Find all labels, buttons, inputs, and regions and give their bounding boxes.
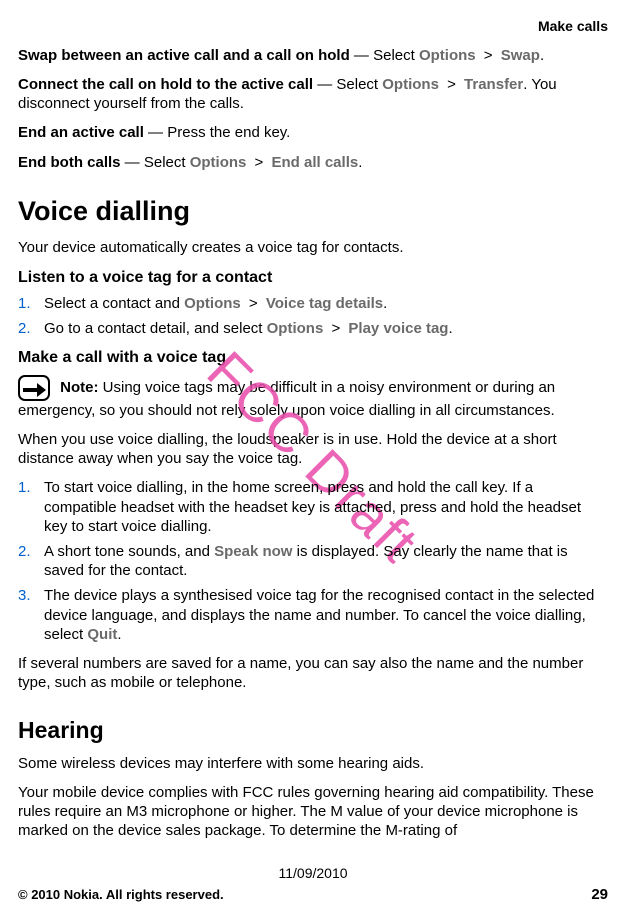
swap-t2: .	[540, 47, 544, 64]
end-both-dash: —	[121, 154, 144, 171]
listen-subhead: Listen to a voice tag for a contact	[18, 268, 608, 288]
note-label: Note:	[60, 379, 98, 396]
step-tail: .	[383, 295, 387, 312]
connect-sep: >	[443, 76, 460, 93]
swap-m2: Swap	[501, 47, 540, 64]
end-both-m1: Options	[190, 154, 247, 171]
connect-m2: Transfer	[464, 76, 523, 93]
step-sep: >	[245, 295, 262, 312]
list-item: 1. To start voice dialling, in the home …	[18, 478, 608, 536]
note-text: Using voice tags may be difficult in a n…	[18, 379, 555, 419]
connect-para: Connect the call on hold to the active c…	[18, 75, 608, 113]
end-both-sep: >	[250, 154, 267, 171]
list-item: 2. A short tone sounds, and Speak now is…	[18, 542, 608, 580]
list-item: 2. Go to a contact detail, and select Op…	[18, 319, 608, 338]
end-both-para: End both calls — Select Options > End al…	[18, 153, 608, 172]
step-text: Select a contact and	[44, 295, 184, 312]
step-tail: .	[448, 320, 452, 337]
step-menu: Options	[184, 295, 241, 312]
running-header: Make calls	[18, 18, 608, 36]
step-sep: >	[327, 320, 344, 337]
voice-lead: Your device automatically creates a voic…	[18, 238, 608, 257]
step-text: The device plays a synthesised voice tag…	[44, 587, 594, 642]
swap-bold: Swap between an active call and a call o…	[18, 47, 350, 64]
footer-page-number: 29	[591, 885, 608, 904]
footer-copyright: © 2010 Nokia. All rights reserved.	[18, 887, 224, 904]
step-text: A short tone sounds, and	[44, 543, 214, 560]
note-row: Note: Using voice tags may be difficult …	[18, 375, 608, 420]
hearing-p2: Your mobile device complies with FCC rul…	[18, 783, 608, 841]
step-menu2: Play voice tag	[348, 320, 448, 337]
step-number: 1.	[18, 294, 31, 313]
loudspeaker-para: When you use voice dialling, the loudspe…	[18, 430, 608, 468]
step-number: 3.	[18, 586, 31, 605]
hearing-heading: Hearing	[18, 716, 608, 745]
step-number: 2.	[18, 319, 31, 338]
swap-sep: >	[480, 47, 497, 64]
step-number: 2.	[18, 542, 31, 561]
make-call-list: 1. To start voice dialling, in the home …	[18, 478, 608, 644]
step-menu2: Voice tag details	[266, 295, 383, 312]
swap-dash: —	[350, 47, 373, 64]
list-item: 3. The device plays a synthesised voice …	[18, 586, 608, 644]
note-arrow-icon	[18, 375, 50, 401]
quit-label: Quit	[87, 626, 117, 643]
end-both-bold: End both calls	[18, 154, 121, 171]
footer-date: 11/09/2010	[18, 865, 608, 883]
list-item: 1. Select a contact and Options > Voice …	[18, 294, 608, 313]
make-call-subhead: Make a call with a voice tag	[18, 348, 608, 368]
step-text: To start voice dialling, in the home scr…	[44, 479, 581, 534]
connect-m1: Options	[382, 76, 439, 93]
end-both-t2: .	[358, 154, 362, 171]
connect-t1: Select	[336, 76, 382, 93]
swap-t1: Select	[373, 47, 419, 64]
listen-list: 1. Select a contact and Options > Voice …	[18, 294, 608, 338]
end-active-bold: End an active call	[18, 124, 144, 141]
step-text: Go to a contact detail, and select	[44, 320, 267, 337]
step-number: 1.	[18, 478, 31, 497]
swap-para: Swap between an active call and a call o…	[18, 46, 608, 65]
step-menu: Options	[267, 320, 324, 337]
hearing-p1: Some wireless devices may interfere with…	[18, 754, 608, 773]
connect-bold: Connect the call on hold to the active c…	[18, 76, 313, 93]
page-footer: 11/09/2010 © 2010 Nokia. All rights rese…	[0, 865, 626, 904]
swap-m1: Options	[419, 47, 476, 64]
voice-tail-para: If several numbers are saved for a name,…	[18, 654, 608, 692]
connect-dash: —	[313, 76, 336, 93]
voice-dialling-heading: Voice dialling	[18, 194, 608, 229]
end-both-t1: Select	[144, 154, 190, 171]
end-active-dash: —	[144, 124, 167, 141]
end-both-m2: End all calls	[272, 154, 359, 171]
end-active-para: End an active call — Press the end key.	[18, 123, 608, 142]
end-active-t1: Press the end key.	[167, 124, 290, 141]
step-tail: .	[117, 626, 121, 643]
speak-now-label: Speak now	[214, 543, 292, 560]
